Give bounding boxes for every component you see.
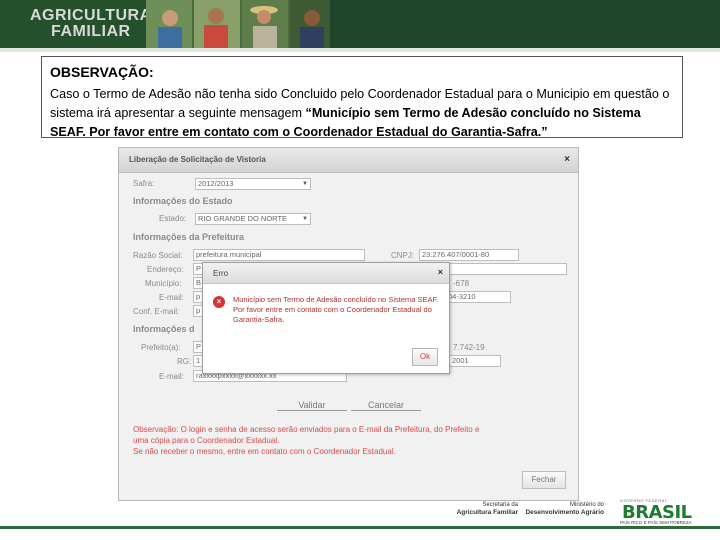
ok-button[interactable]: Ok bbox=[412, 348, 438, 366]
error-dialog: Erro × × Município sem Termo de Adesão c… bbox=[202, 262, 450, 374]
governo-federal-logo: GOVERNO FEDERAL BRASIL PAÍS RICO É PAÍS … bbox=[620, 498, 712, 528]
note-line1: Observação: O login e senha de acesso se… bbox=[133, 425, 480, 434]
observation-title: OBSERVAÇÃO: bbox=[50, 64, 154, 80]
observation-text: Caso o Termo de Adesão não tenha sido Co… bbox=[50, 85, 674, 142]
window-title: Liberação de Solicitação de Vistoria bbox=[129, 155, 266, 164]
window-titlebar: Liberação de Solicitação de Vistoria × bbox=[119, 148, 578, 173]
section-prefeitura: Informações da Prefeitura bbox=[133, 232, 245, 242]
chevron-down-icon: ▼ bbox=[302, 181, 308, 187]
municipio-label: Município: bbox=[145, 279, 182, 288]
dialog-message: Município sem Termo de Adesão concluído … bbox=[233, 295, 439, 324]
safra-select[interactable]: 2012/2013 ▼ bbox=[195, 178, 311, 190]
observation-box: OBSERVAÇÃO: Caso o Termo de Adesão não t… bbox=[41, 56, 683, 139]
dialog-close-icon[interactable]: × bbox=[438, 267, 443, 277]
secretaria-line2: Agricultura Familiar bbox=[456, 509, 518, 516]
validar-button[interactable]: Validar bbox=[277, 400, 347, 411]
note-line2: uma cópia para o Coordenador Estadual. bbox=[133, 436, 280, 445]
email2-label: E-mail: bbox=[159, 372, 184, 381]
farmers-photo-strip bbox=[146, 0, 334, 48]
window-close-icon[interactable]: × bbox=[564, 154, 570, 165]
rg-date-field[interactable]: 2001 bbox=[449, 355, 501, 367]
cpf-value: 7.742-19 bbox=[453, 343, 485, 352]
brasil-slogan: PAÍS RICO É PAÍS SEM POBREZA bbox=[620, 520, 692, 525]
email-label: E-mail: bbox=[159, 293, 184, 302]
secretaria-line1: Secretaria da bbox=[482, 502, 518, 508]
note-line3: Se não receber o mesmo, entre em contato… bbox=[133, 447, 396, 456]
login-note: Observação: O login e senha de acesso se… bbox=[133, 424, 573, 457]
fechar-button[interactable]: Fechar bbox=[522, 471, 566, 489]
footer-strip bbox=[0, 529, 720, 540]
ministerio-logo: Ministério do Desenvolvimento Agrário bbox=[524, 502, 604, 517]
cnpj-field[interactable]: 23.276.407/0001-80 bbox=[419, 249, 519, 261]
section-estado: Informações do Estado bbox=[133, 196, 233, 206]
ministerio-line1: Ministério do bbox=[569, 502, 604, 508]
razao-social-field[interactable]: prefeitura municipal bbox=[193, 249, 365, 261]
section-prefeito: Informações d bbox=[133, 324, 195, 334]
banner-background bbox=[330, 0, 720, 48]
rg-label: RG: bbox=[177, 357, 192, 366]
safra-label: Safra: bbox=[133, 179, 155, 188]
fax-field[interactable]: 04-3210 bbox=[445, 291, 511, 303]
ministerio-line2: Desenvolvimento Agrário bbox=[525, 509, 604, 516]
secretaria-logo: Secretaria da Agricultura Familiar bbox=[448, 502, 518, 517]
banner-title-line1: AGRICULTURA bbox=[30, 7, 152, 24]
prefeito-label: Prefeito(a): bbox=[141, 343, 181, 352]
error-icon: × bbox=[213, 296, 225, 308]
dialog-titlebar: Erro × bbox=[203, 263, 449, 284]
banner-title-line2: FAMILIAR bbox=[51, 23, 131, 40]
banner-title: AGRICULTURA FAMILIAR bbox=[30, 8, 152, 40]
cnpj-label: CNPJ: bbox=[391, 251, 415, 260]
cancelar-button[interactable]: Cancelar bbox=[351, 400, 421, 411]
telefone-value: -678 bbox=[453, 279, 470, 288]
header-divider bbox=[0, 48, 720, 52]
dialog-title: Erro bbox=[213, 269, 229, 278]
chevron-down-icon: ▼ bbox=[302, 216, 308, 222]
estado-label: Estado: bbox=[159, 214, 187, 223]
endereco-label: Endereço: bbox=[147, 265, 184, 274]
razao-social-label: Razão Social: bbox=[133, 251, 183, 260]
conf-email-label: Conf. E-mail: bbox=[133, 307, 180, 316]
estado-select[interactable]: RIO GRANDE DO NORTE ▼ bbox=[195, 213, 311, 225]
header-banner: AGRICULTURA FAMILIAR bbox=[0, 0, 720, 48]
